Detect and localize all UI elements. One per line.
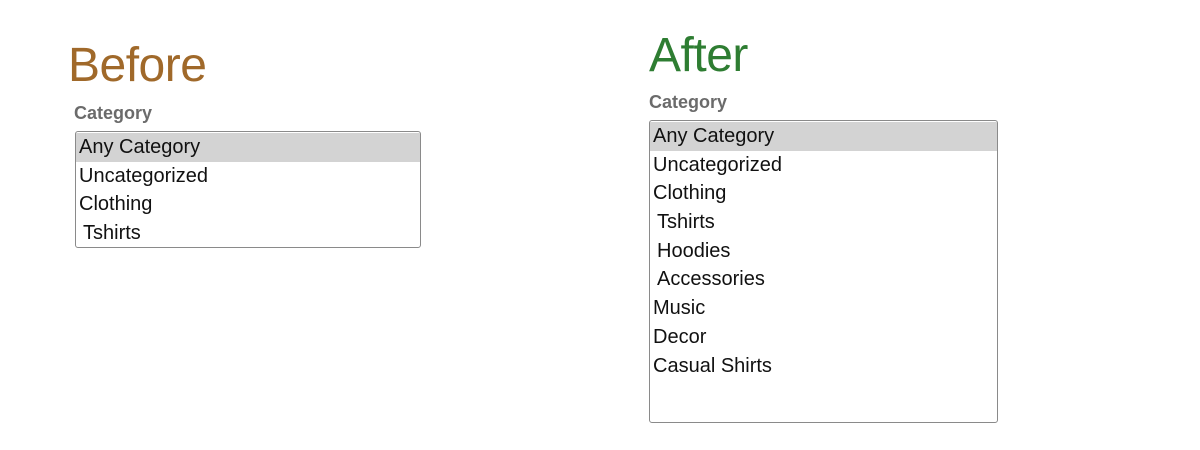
category-option[interactable]: Tshirts (76, 219, 420, 247)
before-heading: Before (68, 39, 207, 92)
before-panel: Before Category Any Category Uncategorize… (68, 38, 421, 248)
category-option[interactable]: Music (650, 294, 997, 323)
category-option[interactable]: Casual Shirts (650, 352, 997, 381)
category-option[interactable]: Hoodies (650, 237, 997, 266)
category-option[interactable]: Uncategorized (76, 162, 420, 191)
category-option[interactable]: Clothing (650, 179, 997, 208)
category-option[interactable]: Tshirts (650, 208, 997, 237)
category-option[interactable]: Uncategorized (650, 151, 997, 180)
category-option[interactable]: Any Category (650, 122, 997, 151)
category-option[interactable]: Clothing (76, 190, 420, 219)
after-panel: After Category Any Category Uncategorized… (649, 28, 998, 423)
category-option[interactable]: Decor (650, 323, 997, 352)
before-category-label: Category (74, 103, 153, 123)
after-category-label: Category (649, 92, 728, 112)
before-category-listbox[interactable]: Any Category Uncategorized Clothing Tshirts (75, 131, 421, 248)
after-category-listbox[interactable]: Any Category Uncategorized Clothing Tshirts… (649, 120, 998, 423)
after-heading: After (649, 29, 748, 82)
category-option[interactable]: Any Category (76, 133, 420, 162)
category-option[interactable]: Accessories (650, 265, 997, 294)
